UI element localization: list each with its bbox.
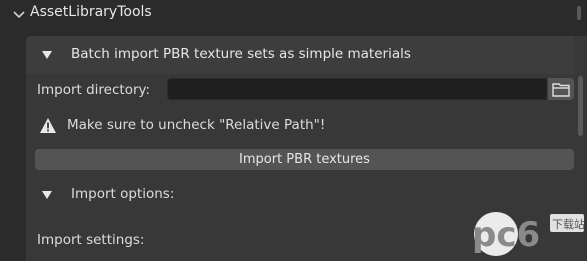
- import-directory-input[interactable]: [167, 78, 547, 100]
- warning-icon: [40, 118, 56, 133]
- watermark-logo: pc6 下载站: [472, 212, 585, 256]
- panel-title: AssetLibraryTools: [30, 4, 152, 20]
- import-settings-label: Import settings:: [37, 232, 145, 248]
- chevron-down-icon[interactable]: [12, 7, 26, 21]
- import-pbr-textures-button[interactable]: Import PBR textures: [35, 149, 574, 170]
- asset-library-tools-window: AssetLibraryTools Batch import PBR textu…: [0, 0, 587, 261]
- batch-import-title: Batch import PBR texture sets as simple …: [71, 46, 411, 62]
- expand-triangle-icon[interactable]: [42, 51, 52, 59]
- vertical-scrollbar[interactable]: [578, 76, 583, 136]
- browse-folder-button[interactable]: [548, 78, 574, 100]
- watermark-text: pc6: [472, 215, 540, 255]
- scrollbar[interactable]: [577, 6, 581, 20]
- watermark-subtext: 下载站: [552, 217, 585, 231]
- panel-header[interactable]: AssetLibraryTools: [0, 0, 587, 28]
- import-directory-label: Import directory:: [37, 82, 151, 98]
- expand-triangle-icon[interactable]: [42, 191, 52, 199]
- folder-icon: [552, 82, 570, 97]
- relative-path-warning: Make sure to uncheck "Relative Path"!: [67, 117, 326, 133]
- import-options-title[interactable]: Import options:: [71, 186, 174, 202]
